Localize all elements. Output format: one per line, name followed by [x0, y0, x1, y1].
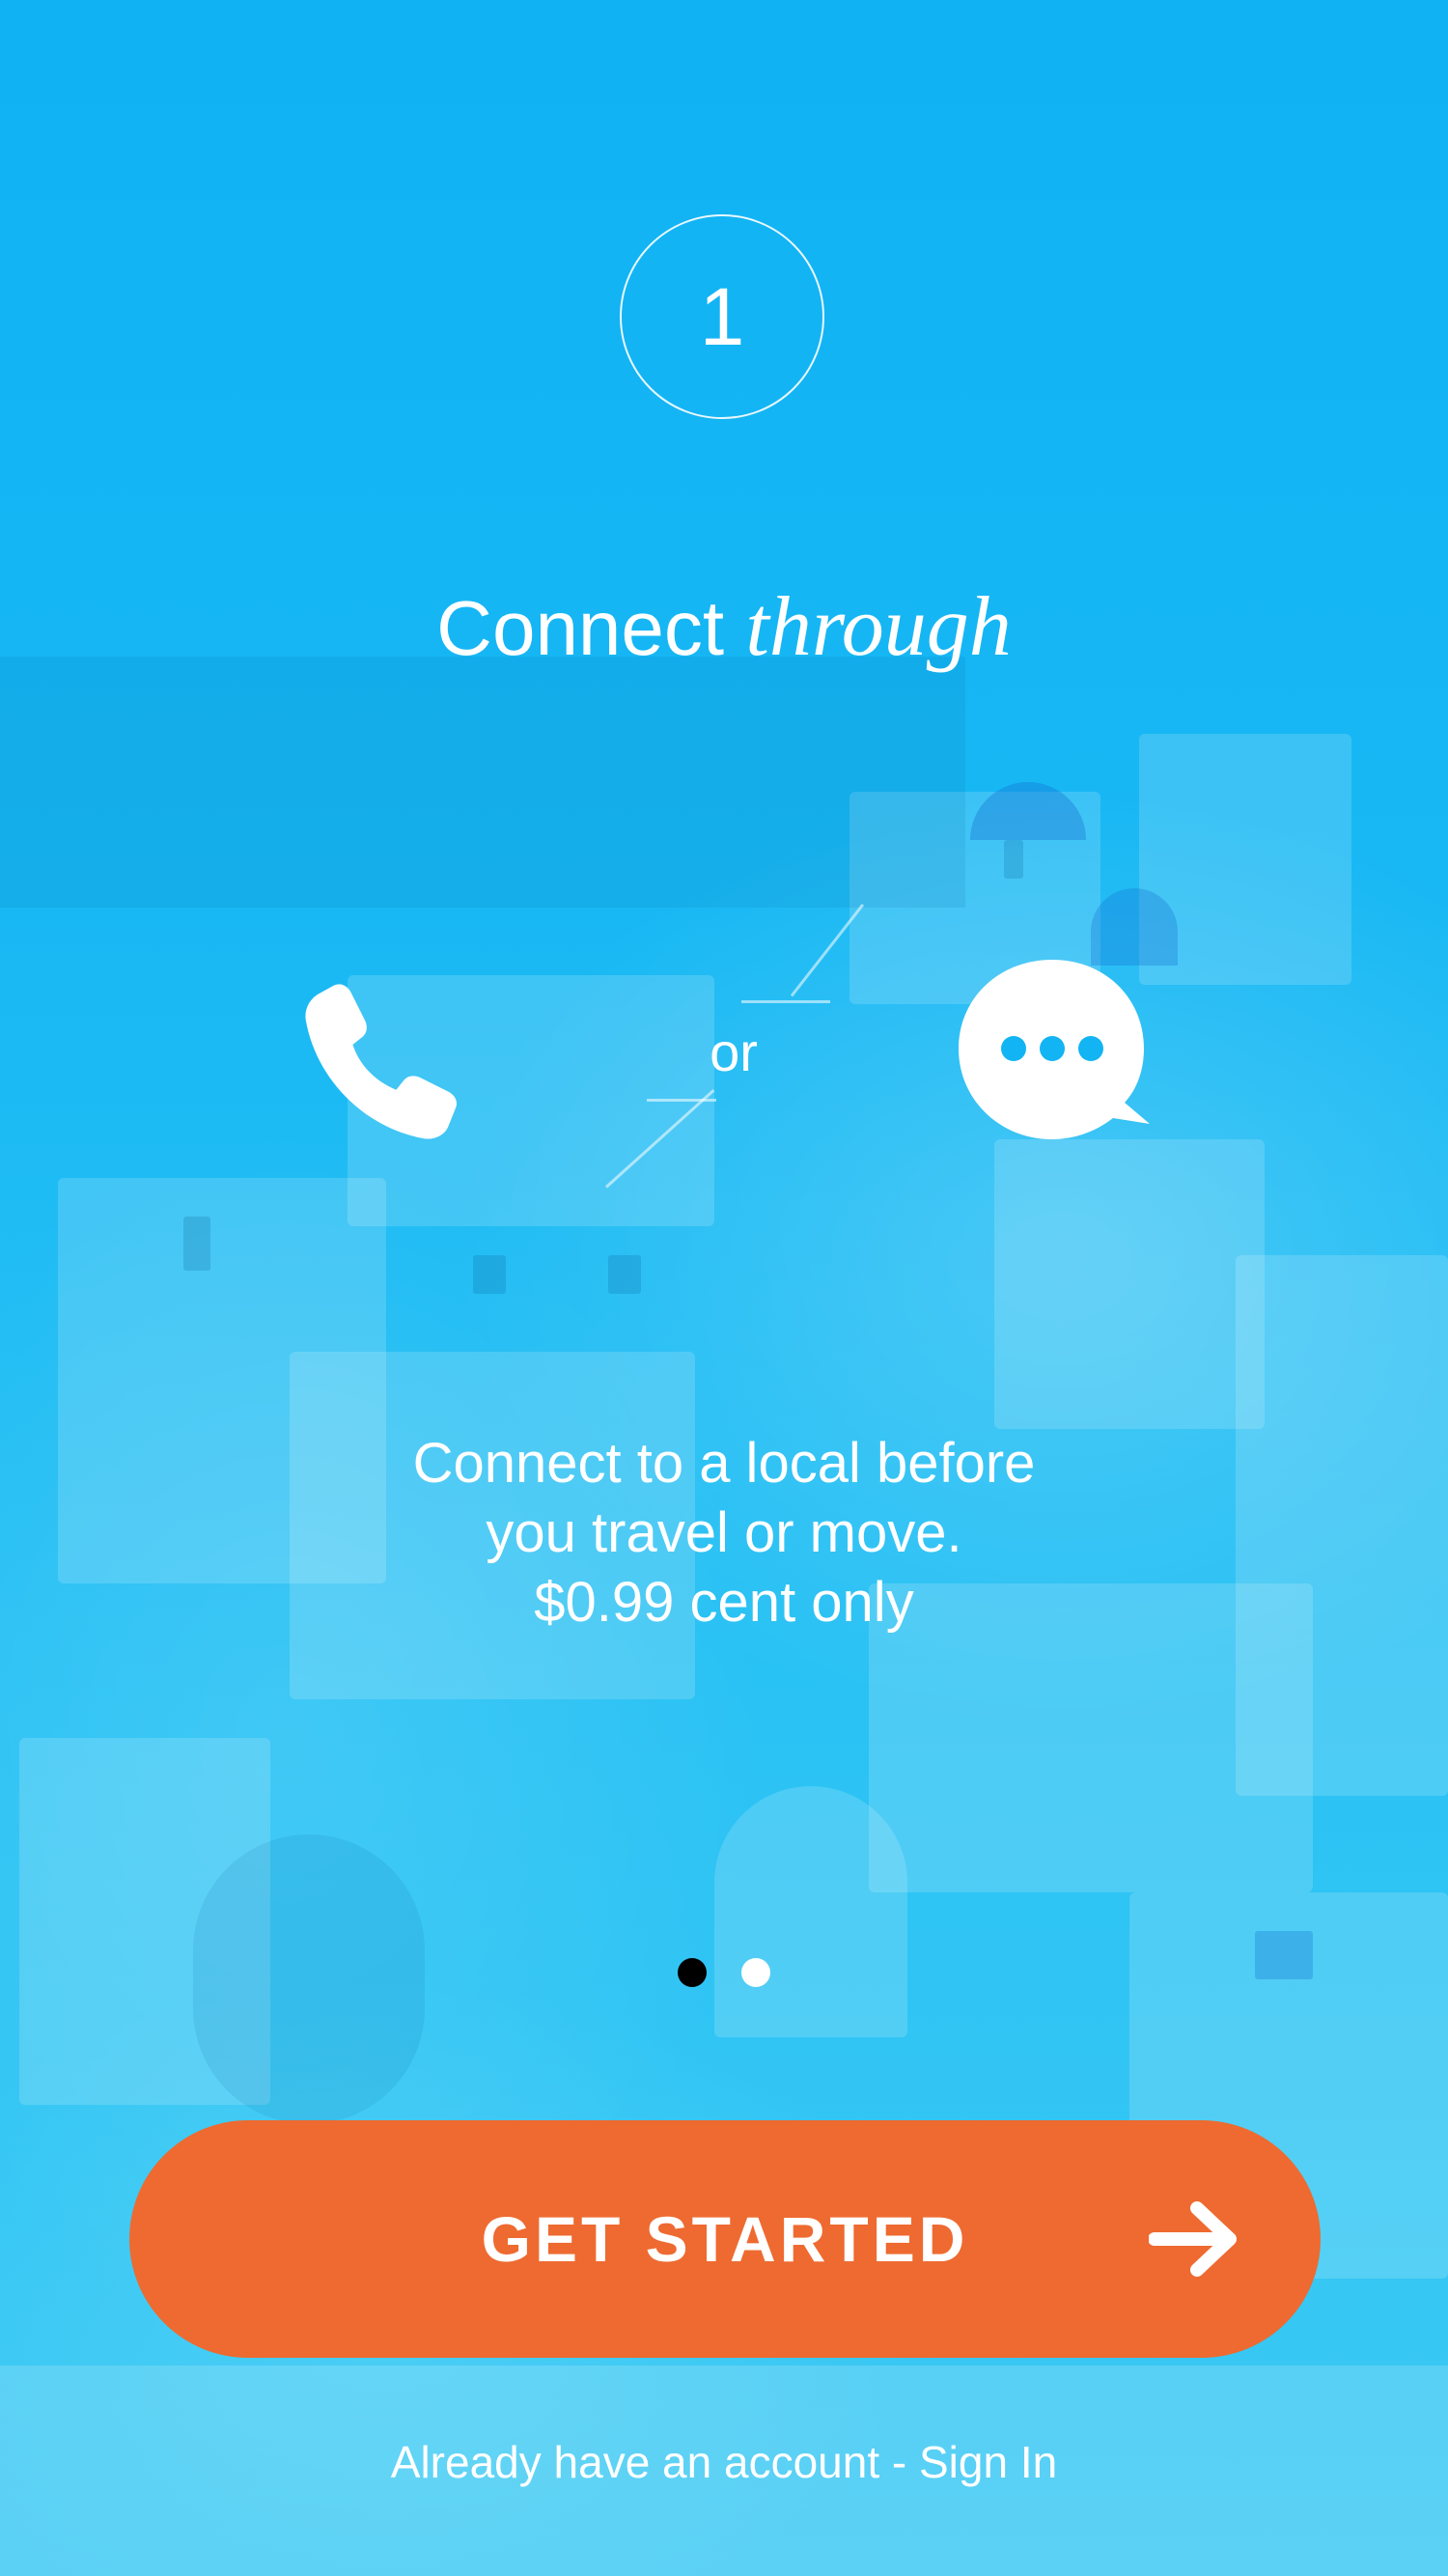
sign-in-link[interactable]: Already have an account - Sign In: [0, 2433, 1448, 2491]
bg-shape: [0, 657, 965, 908]
chat-bubble-icon: [959, 960, 1150, 1139]
pagination-dots: [0, 1958, 1448, 1989]
bg-shape: [1236, 1255, 1448, 1796]
description-line: $0.99 cent only: [534, 1571, 914, 1634]
bg-shape: [1004, 840, 1023, 879]
bg-shape: [473, 1255, 506, 1294]
get-started-label: GET STARTED: [481, 2203, 969, 2275]
phone-icon: [305, 984, 458, 1139]
description-line: you travel or move.: [486, 1501, 962, 1564]
divider-line: [741, 1000, 830, 1003]
page-dot-active[interactable]: [678, 1958, 707, 1987]
get-started-button[interactable]: GET STARTED: [129, 2120, 1321, 2358]
or-separator: or: [710, 1022, 758, 1082]
page-title: Connect through: [0, 570, 1448, 686]
title-regular-text: Connect: [436, 585, 725, 671]
bg-shape: [1091, 888, 1178, 966]
arrow-right-icon: [1149, 2201, 1237, 2277]
bg-shape: [183, 1217, 210, 1271]
bg-shape: [994, 1139, 1265, 1429]
step-number: 1: [699, 270, 745, 362]
bg-shape: [608, 1255, 641, 1294]
title-script-text: through: [745, 580, 1012, 674]
description-text: Connect to a local before you travel or …: [193, 1429, 1255, 1638]
description-line: Connect to a local before: [412, 1432, 1036, 1495]
bg-shape: [970, 782, 1086, 840]
bg-shape: [714, 1786, 907, 2037]
page-dot[interactable]: [741, 1958, 770, 1987]
step-indicator: 1: [620, 214, 824, 419]
